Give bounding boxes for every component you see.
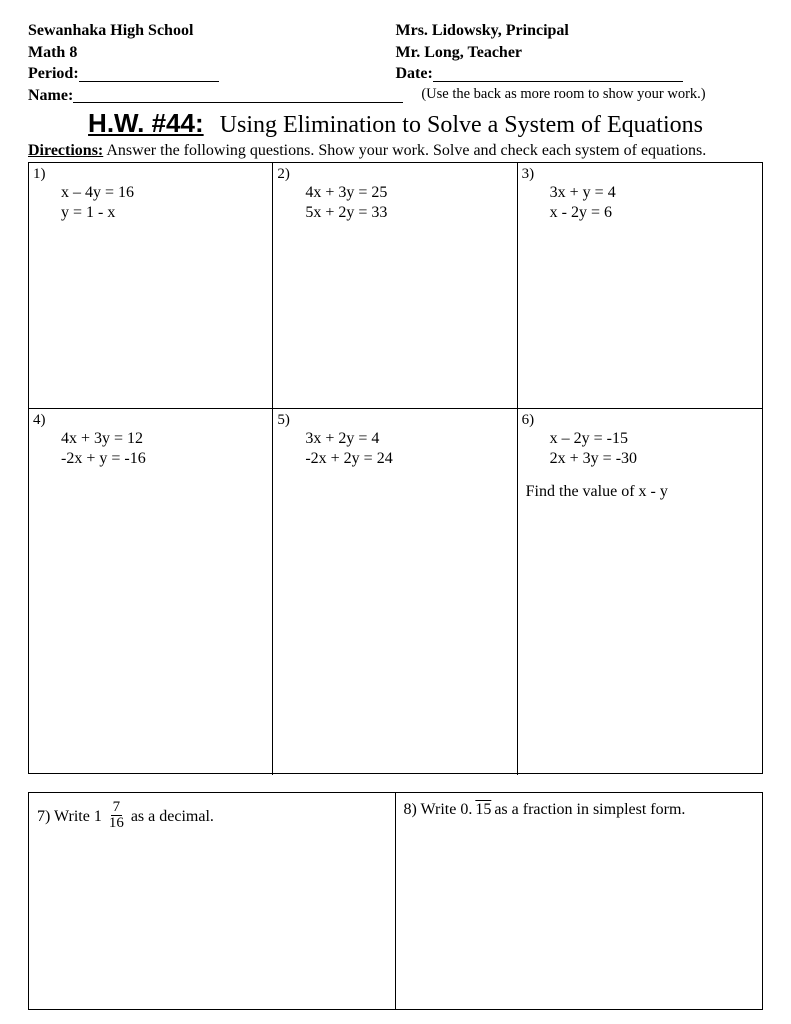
problem-number: 4)	[33, 412, 268, 429]
name-blank[interactable]	[73, 82, 403, 104]
principal-name: Mrs. Lidowsky, Principal	[396, 20, 764, 42]
directions-text: Answer the following questions. Show you…	[103, 142, 706, 159]
problem-number: 6)	[522, 412, 758, 429]
period-blank[interactable]	[79, 60, 219, 82]
equation-line: -2x + 2y = 24	[305, 449, 512, 469]
bottom-grid: 7) Write 1 7 16 as a decimal. 8) Write 0…	[28, 792, 763, 1010]
fraction-numerator: 7	[111, 800, 123, 816]
name-label: Name:	[28, 85, 73, 107]
q7-text-before: 7) Write 1	[37, 808, 102, 826]
directions: Directions: Answer the following questio…	[28, 142, 763, 160]
equation-line: x – 2y = -15	[550, 429, 758, 449]
problem-5: 5) 3x + 2y = 4 -2x + 2y = 24	[273, 409, 517, 775]
period-label: Period:	[28, 63, 79, 85]
hw-number: H.W. #44:	[88, 108, 204, 138]
problem-8: 8) Write 0.15 as a fraction in simplest …	[396, 793, 763, 1009]
equation-line: 3x + 2y = 4	[305, 429, 512, 449]
date-blank[interactable]	[433, 81, 683, 82]
problem-1: 1) x – 4y = 16 y = 1 - x	[29, 163, 273, 409]
problem-6: 6) x – 2y = -15 2x + 3y = -30 Find the v…	[518, 409, 762, 775]
equation-line: 4x + 3y = 25	[305, 183, 512, 203]
directions-label: Directions:	[28, 142, 103, 159]
problem-3: 3) 3x + y = 4 x - 2y = 6	[518, 163, 762, 409]
problem-number: 2)	[277, 166, 512, 183]
equation-line: y = 1 - x	[61, 203, 268, 223]
repeating-decimal: 15	[475, 801, 491, 819]
school-name: Sewanhaka High School	[28, 20, 193, 42]
equation-line: x – 4y = 16	[61, 183, 268, 203]
hw-subtitle	[208, 112, 220, 138]
q8-text-after: as a fraction in simplest form.	[494, 801, 685, 819]
equation-line: 4x + 3y = 12	[61, 429, 268, 449]
note-text: (Use the back as more room to show your …	[421, 85, 705, 107]
worksheet-title: H.W. #44: Using Elimination to Solve a S…	[28, 108, 763, 139]
equation-line: 5x + 2y = 33	[305, 203, 512, 223]
equation-line: x - 2y = 6	[550, 203, 758, 223]
problem-number: 3)	[522, 166, 758, 183]
problems-grid: 1) x – 4y = 16 y = 1 - x 2) 4x + 3y = 25…	[28, 162, 763, 774]
equation-line: 2x + 3y = -30	[550, 449, 758, 469]
date-label: Date:	[396, 63, 764, 85]
problem-extra: Find the value of x - y	[526, 483, 758, 501]
equation-line: -2x + y = -16	[61, 449, 268, 469]
equation-line: 3x + y = 4	[550, 183, 758, 203]
q8-text-before: 8) Write 0.	[404, 801, 473, 819]
problem-4: 4) 4x + 3y = 12 -2x + y = -16	[29, 409, 273, 775]
problem-2: 2) 4x + 3y = 25 5x + 2y = 33	[273, 163, 517, 409]
problem-number: 1)	[33, 166, 268, 183]
fraction-denominator: 16	[107, 816, 126, 831]
course-name: Math 8	[28, 42, 77, 64]
fraction: 7 16	[107, 800, 126, 831]
problem-number: 5)	[277, 412, 512, 429]
problem-7: 7) Write 1 7 16 as a decimal.	[29, 793, 396, 1009]
teacher-name: Mr. Long, Teacher	[396, 42, 764, 64]
q7-text-after: as a decimal.	[131, 808, 214, 826]
